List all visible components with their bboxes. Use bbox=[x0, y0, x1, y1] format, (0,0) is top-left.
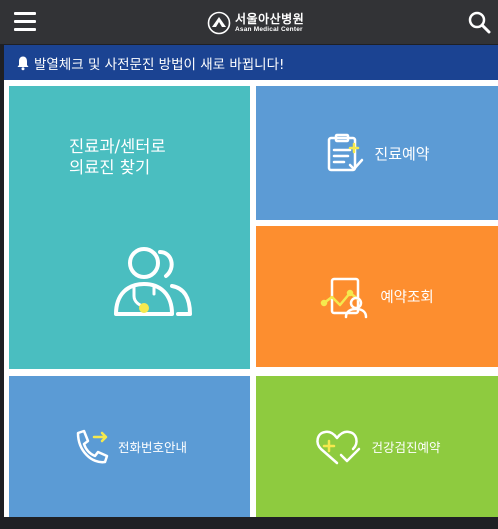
tile-find-doctor-label: 진료과/센터로 의료진 찾기 bbox=[69, 136, 166, 178]
doctor-stethoscope-icon bbox=[114, 247, 192, 316]
menu-grid: 진료과/센터로 의료진 찾기 진료예약 예약조회 전화번호안내 건강검진예약 bbox=[4, 80, 498, 529]
tile-health-checkup[interactable]: 건강검진예약 bbox=[256, 376, 498, 517]
hospital-logo[interactable]: 서울아산병원 Asan Medical Center bbox=[207, 10, 304, 36]
tile-find-doctor[interactable]: 진료과/센터로 의료진 찾기 bbox=[9, 86, 250, 369]
hamburger-menu-icon[interactable] bbox=[14, 11, 36, 31]
bottom-strip bbox=[0, 517, 498, 529]
bell-icon bbox=[17, 56, 29, 70]
tile-find-doctor-line1: 진료과/센터로 bbox=[69, 137, 166, 156]
notice-banner[interactable]: 발열체크 및 사전문진 방법이 새로 바뀝니다! bbox=[4, 45, 498, 80]
notice-text: 발열체크 및 사전문진 방법이 새로 바뀝니다! bbox=[34, 56, 285, 73]
top-bar: 서울아산병원 Asan Medical Center bbox=[0, 0, 498, 44]
tile-find-doctor-line2: 의료진 찾기 bbox=[69, 158, 151, 177]
logo-korean-text: 서울아산병원 bbox=[235, 11, 305, 26]
tile-appointment-label: 진료예약 bbox=[374, 144, 430, 163]
tile-phone-directory-label: 전화번호안내 bbox=[117, 440, 187, 455]
search-icon[interactable] bbox=[467, 10, 491, 34]
tile-reservation-check[interactable]: 예약조회 bbox=[256, 226, 498, 367]
chart-person-icon bbox=[321, 277, 368, 318]
tile-health-checkup-label: 건강검진예약 bbox=[371, 440, 441, 455]
phone-arrow-icon bbox=[76, 429, 109, 463]
heart-check-icon bbox=[316, 430, 361, 464]
tile-appointment[interactable]: 진료예약 bbox=[256, 86, 498, 220]
logo-english-text: Asan Medical Center bbox=[235, 25, 303, 33]
hospital-emblem-icon bbox=[207, 11, 231, 35]
tile-reservation-check-label: 예약조회 bbox=[380, 290, 434, 306]
tile-phone-directory[interactable]: 전화번호안내 bbox=[9, 376, 250, 517]
clipboard-check-icon bbox=[328, 133, 364, 172]
